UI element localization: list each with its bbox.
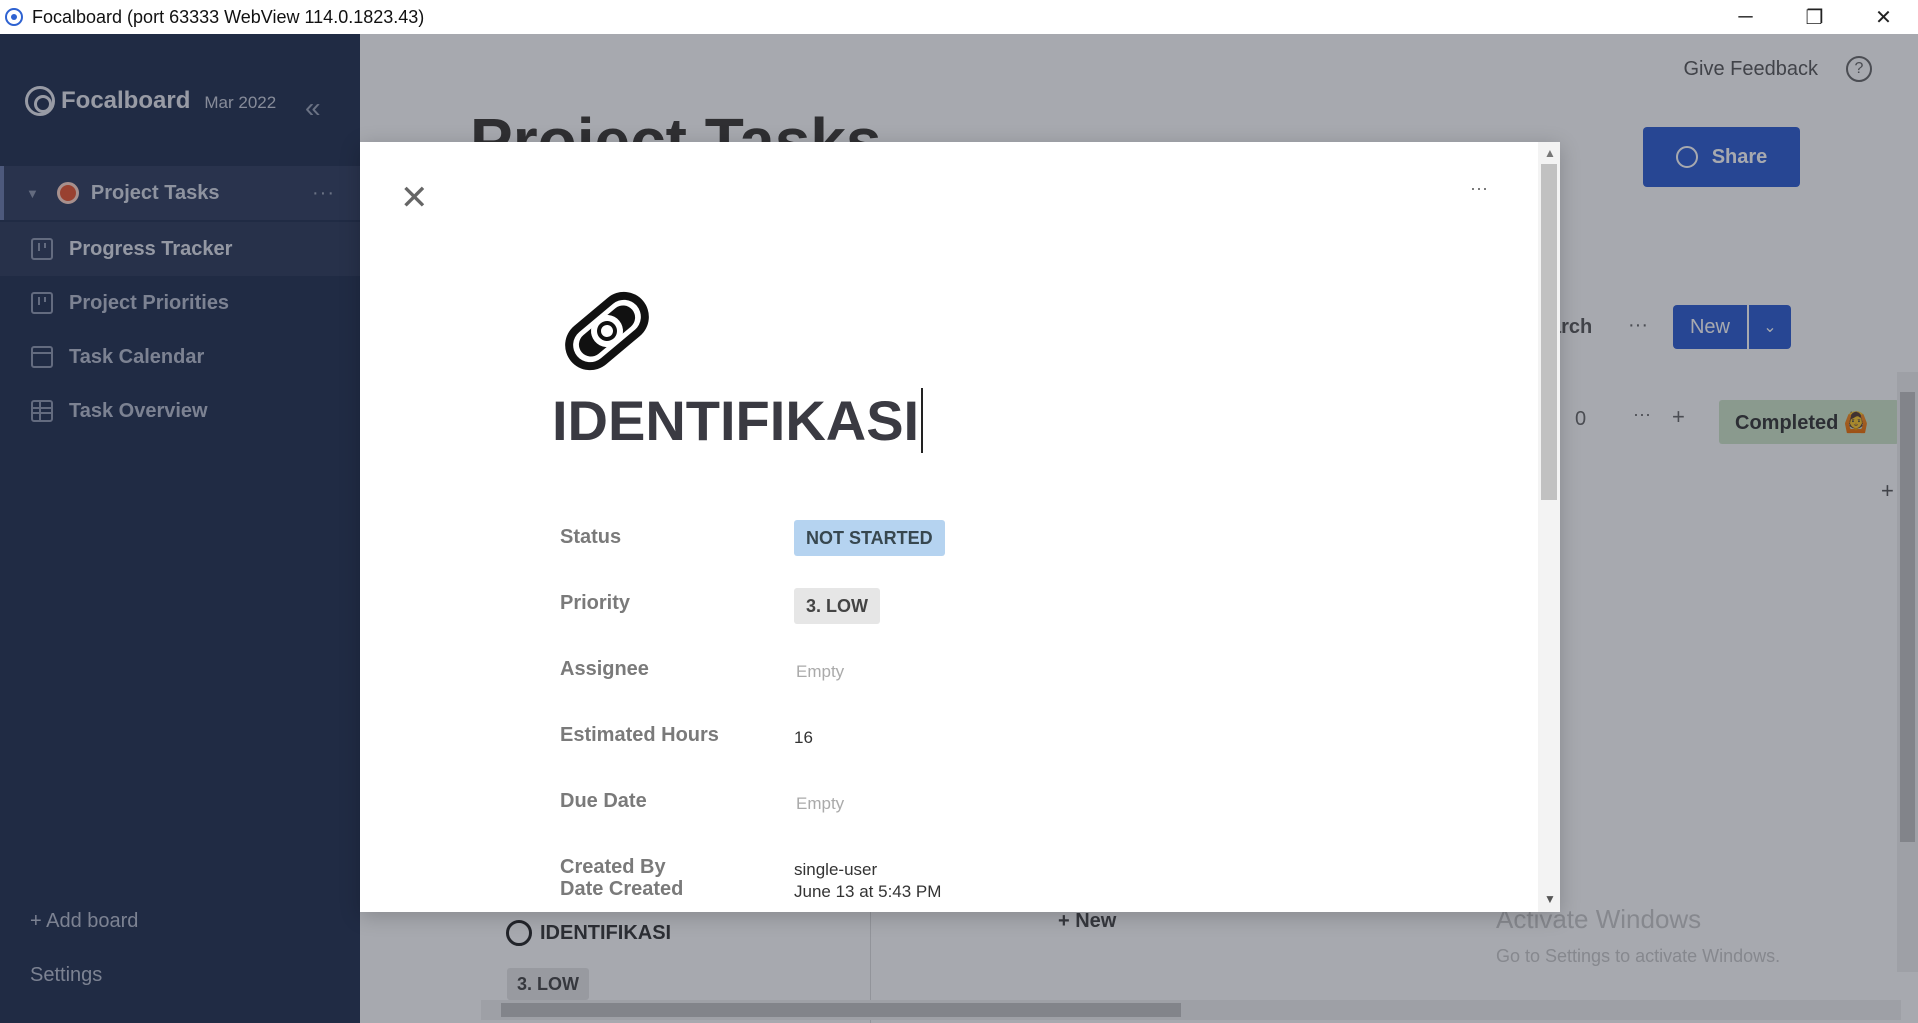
property-name[interactable]: Due Date [560, 790, 647, 813]
property-name[interactable]: Date Created [560, 878, 683, 901]
property-status: Status NOT STARTED [560, 520, 1360, 562]
property-priority: Priority 3. LOW [560, 588, 1360, 628]
property-name[interactable]: Estimated Hours [560, 724, 719, 747]
estimated-hours-value[interactable]: 16 [794, 728, 813, 748]
app-area: Focalboard Mar 2022 « ▼ Project Tasks ··… [0, 34, 1918, 1023]
due-date-value[interactable]: Empty [796, 794, 844, 814]
card-detail-dialog: ✕ ··· IDENTIFIKASI Status NOT STARTED Pr… [360, 142, 1560, 912]
restore-icon[interactable]: ❐ [1780, 0, 1849, 34]
status-tag[interactable]: NOT STARTED [794, 520, 945, 556]
window-title: Focalboard (port 63333 WebView 114.0.182… [32, 6, 425, 27]
assignee-value[interactable]: Empty [796, 662, 844, 682]
dialog-scrollbar[interactable]: ▲ ▼ [1538, 142, 1560, 912]
scrollbar-thumb[interactable] [1541, 164, 1557, 500]
property-name[interactable]: Assignee [560, 658, 649, 681]
property-due-date: Due Date Empty [560, 786, 1360, 826]
property-estimated-hours: Estimated Hours 16 [560, 720, 1360, 760]
date-created-row-visible: Date Created June 13 at 5:43 PM [560, 878, 1360, 908]
window-titlebar: Focalboard (port 63333 WebView 114.0.182… [0, 0, 1918, 34]
created-by-value: single-user [794, 860, 878, 879]
property-name[interactable]: Priority [560, 592, 630, 615]
date-created-value: June 13 at 5:43 PM [794, 882, 942, 901]
priority-tag[interactable]: 3. LOW [794, 588, 880, 624]
property-name[interactable]: Created By [560, 856, 666, 879]
scroll-down-icon[interactable]: ▼ [1544, 892, 1556, 906]
property-assignee: Assignee Empty [560, 654, 1360, 694]
minimize-icon[interactable]: ─ [1711, 0, 1780, 34]
focalboard-app-icon [5, 8, 23, 26]
link-icon[interactable] [552, 276, 662, 386]
window-controls: ─ ❐ ✕ [1711, 0, 1918, 34]
property-name[interactable]: Status [560, 526, 621, 549]
close-window-icon[interactable]: ✕ [1849, 0, 1918, 34]
card-more-icon[interactable]: ··· [1470, 178, 1488, 199]
card-title-input[interactable]: IDENTIFIKASI [552, 388, 924, 453]
scroll-up-icon[interactable]: ▲ [1544, 146, 1556, 160]
close-icon[interactable]: ✕ [400, 178, 429, 218]
